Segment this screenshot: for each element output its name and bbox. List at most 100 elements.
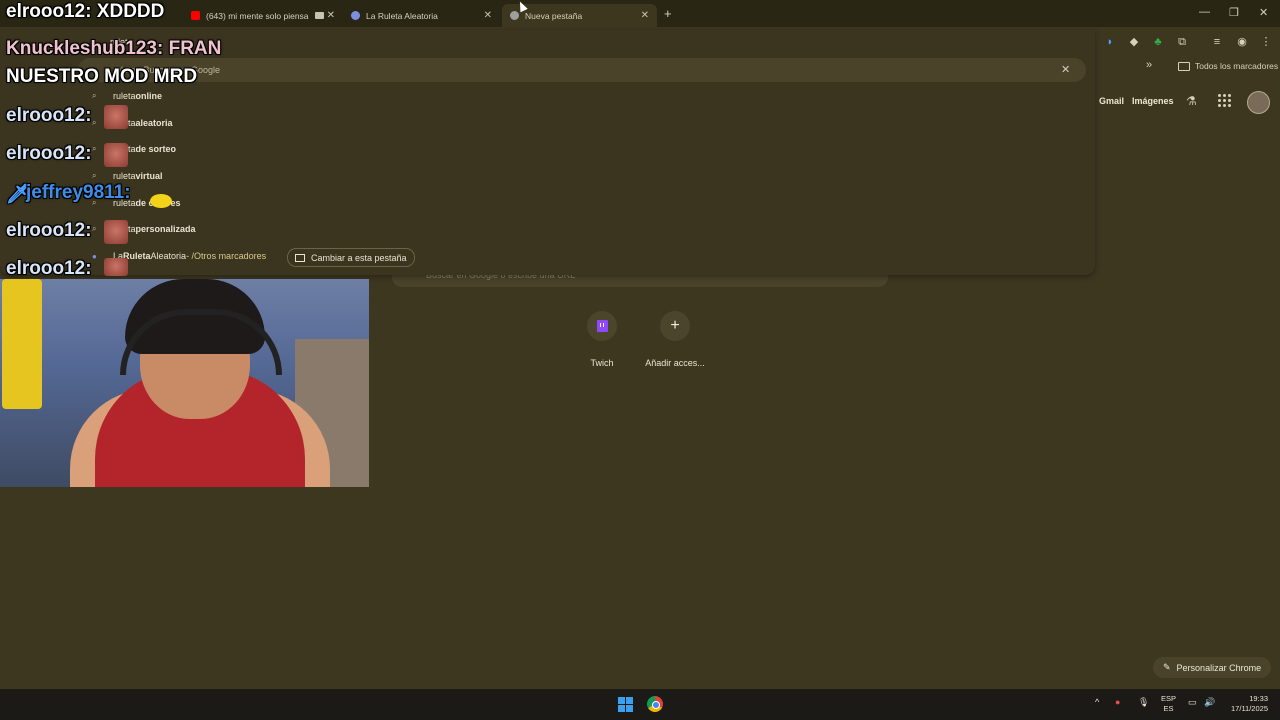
media-icon[interactable] [314,12,324,19]
chat-text: Knuckleshub123: FRAN [6,38,222,59]
history-post: Aleatoria [150,251,187,261]
search-icon: ⌕ [92,224,97,233]
profile-icon[interactable]: ◉ [1235,35,1249,49]
tab-label: La Ruleta Aleatoria [366,10,438,21]
close-icon[interactable]: ✕ [484,10,492,21]
windows-start-icon[interactable] [618,697,633,712]
emote-icon [104,258,128,276]
chrome-icon[interactable] [647,696,663,712]
chat-username: jeffrey9811 [26,182,125,203]
ruleta-favicon-icon: ● [92,251,97,261]
sword-badge-icon: 🗡 [6,184,31,205]
plus-icon: + [670,317,680,334]
chat-message: Knuckleshub123: FRAN [6,38,221,60]
avatar[interactable] [1247,91,1270,114]
suggestion-prefix: ruleta [113,171,136,181]
minimize-icon[interactable]: — [1199,6,1210,18]
suggestion-bold: de sorteo [135,144,177,154]
search-icon: ⌕ [92,118,97,127]
language-code: ESP [1161,694,1177,703]
search-icon: ⌕ [92,171,97,180]
close-icon[interactable]: ✕ [641,10,649,21]
language-indicator[interactable]: ESP ES [1161,694,1176,714]
all-bookmarks[interactable]: Todos los marcadores [1178,61,1278,71]
shortcut-twitch[interactable]: Twich [562,311,642,368]
chat-message-cont: NUESTRO MOD MRD [6,66,197,88]
volume-icon[interactable]: 🔊 [1204,697,1215,708]
chat-text: NUESTRO MOD MRD [6,66,198,87]
labs-flask-icon[interactable]: ⚗ [1186,94,1197,108]
emote-icon [104,220,128,244]
keyboard-code: ES [1163,704,1174,713]
switch-to-tab-label: Cambiar a esta pestaña [311,252,407,263]
clock-time: 19:33 [1249,694,1268,703]
suggestion-prefix: ruleta [113,91,136,101]
extension-2-icon[interactable]: ◆ [1127,35,1141,49]
shortcut-label: Añadir acces... [645,358,705,368]
chevron-right-icon[interactable]: » [1146,59,1152,71]
new-tab-icon[interactable]: + [664,6,672,21]
suggestion-bold: aleatoria [135,118,173,128]
network-icon[interactable]: ▭ [1188,697,1197,708]
microphone-icon[interactable]: 🎙 [1138,697,1149,708]
ruleta-favicon-icon [351,11,360,20]
emote-icon [104,105,128,129]
remove-suggestion-icon[interactable]: ✕ [1061,63,1070,76]
suggestion-bold: online [135,91,163,101]
images-link[interactable]: Imágenes [1132,96,1174,106]
suggestion-bold: virtual [135,171,163,181]
tab-ruleta[interactable]: La Ruleta Aleatoria ✕ [343,4,500,27]
tab-icon [295,253,305,262]
suggestion-bold: personalizada [135,224,196,234]
emote-icon [104,143,128,167]
history-path: - /Otros marcadores [186,251,267,261]
tab-youtube[interactable]: (643) mi mente solo piensa ✕ [183,4,343,27]
menu-icon[interactable]: ⋮ [1259,35,1273,49]
customize-chrome-button[interactable]: ✎ Personalizar Chrome [1153,657,1272,678]
clock-date: 17/11/2025 [1231,704,1268,713]
clock[interactable]: 19:33 17/11/2025 [1222,694,1268,714]
extension-3-icon[interactable]: ♣ [1151,35,1165,49]
chat-username: elrooo12 [6,143,86,164]
chat-message: elrooo12: [6,258,92,279]
extension-icon[interactable]: ◗ [1103,35,1117,49]
extensions-puzzle-icon[interactable]: ⧉ [1175,35,1189,49]
emote-icon [150,194,172,208]
twitch-icon [596,320,608,332]
suggestion-item[interactable]: ⌕ ruleta virtual [92,171,163,181]
chat-message: 🗡jeffrey9811: [6,182,131,205]
close-window-icon[interactable]: ✕ [1259,6,1268,19]
media-controls-icon[interactable]: ≡ [1210,35,1224,49]
gmail-link[interactable]: Gmail [1099,96,1124,106]
tab-bar: (643) mi mente solo piensa ✕ La Ruleta A… [0,0,1280,27]
youtube-icon [191,11,200,20]
customize-label: Personalizar Chrome [1176,662,1262,673]
search-icon: ⌕ [92,91,97,100]
suggestion-item[interactable]: ⌕ ruleta online [92,91,162,101]
close-icon[interactable]: ✕ [327,10,335,21]
restore-icon[interactable]: ❐ [1229,6,1239,19]
chat-message: elrooo12: [6,220,92,241]
apps-grid-icon[interactable] [1218,94,1231,107]
search-icon: ⌕ [92,144,97,153]
chrome-favicon-icon [510,11,519,20]
all-bookmarks-label: Todos los marcadores [1195,61,1279,71]
tab-label: Nueva pestaña [525,10,583,21]
chat-text: elrooo12: XDDDD [6,1,165,22]
chat-username: elrooo12 [6,220,86,241]
switch-to-tab-button[interactable]: Cambiar a esta pestaña [287,248,415,267]
taskbar [0,689,1280,720]
tray-app-icon[interactable]: ● [1115,697,1120,707]
chat-message: elrooo12: [6,105,92,126]
suggestion-search[interactable] [78,58,1086,82]
chat-username: elrooo12 [6,105,86,126]
tab-label: (643) mi mente solo piensa [206,10,309,21]
background-shirt [2,279,42,409]
chat-message: elrooo12: [6,143,92,164]
shortcut-label: Twich [590,358,614,368]
chevron-up-icon[interactable]: ^ [1095,697,1099,707]
folder-icon [1178,61,1190,71]
pencil-icon: ✎ [1163,662,1171,672]
shortcut-add[interactable]: + Añadir acces... [635,311,715,368]
chat-message: elrooo12: XDDDD [6,1,164,23]
